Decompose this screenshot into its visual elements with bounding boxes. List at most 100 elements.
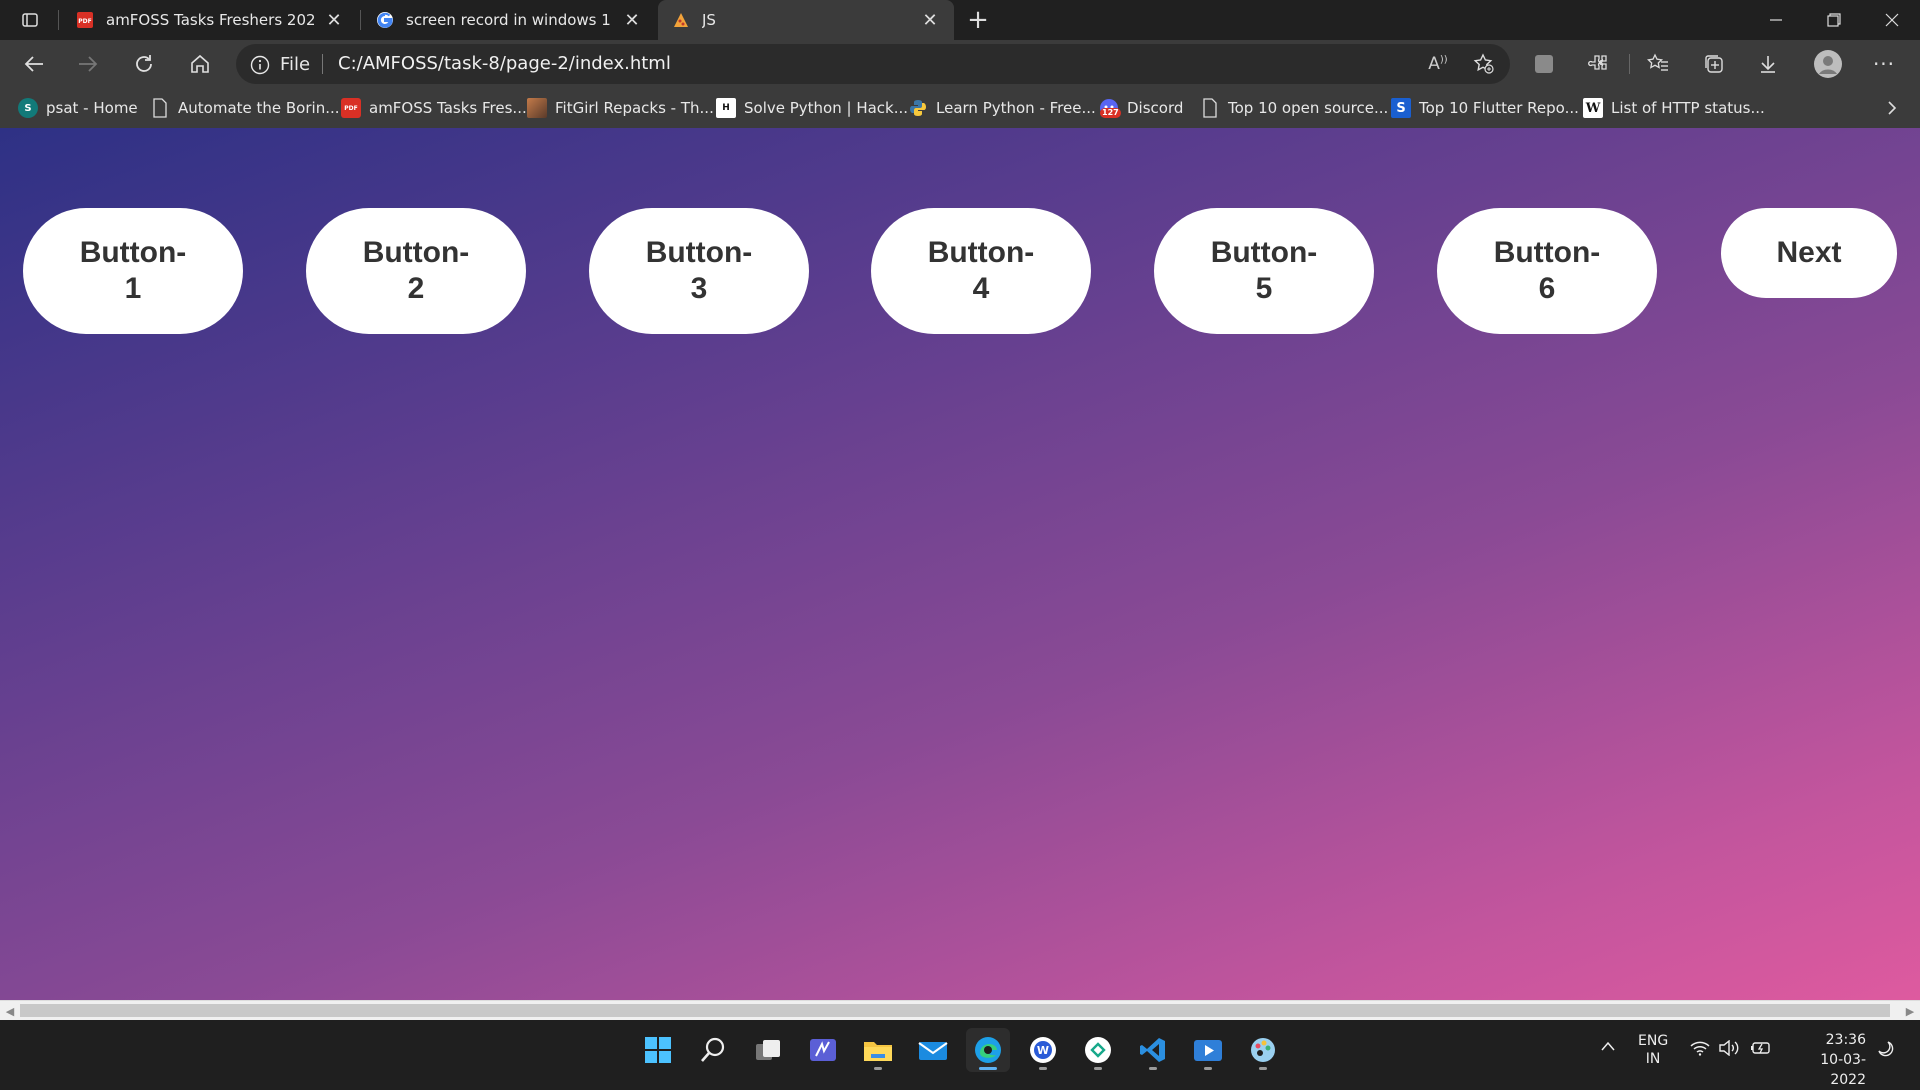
battery-icon[interactable]	[1750, 1040, 1772, 1060]
bookmark-fitgirl[interactable]: FitGirl Repacks - Th...	[527, 96, 714, 120]
running-indicator	[1094, 1067, 1102, 1070]
wifi-icon[interactable]	[1690, 1040, 1710, 1060]
restore-button[interactable]	[1806, 0, 1862, 40]
collections-icon[interactable]	[1696, 46, 1732, 82]
tab-separator	[360, 10, 361, 30]
site-info[interactable]: File	[250, 54, 310, 75]
bookmark-label: FitGirl Repacks - Th...	[555, 99, 714, 117]
home-button[interactable]	[182, 46, 218, 82]
running-indicator	[1259, 1067, 1267, 1070]
focus-assist-icon[interactable]	[1876, 1040, 1894, 1062]
edge-icon[interactable]	[966, 1028, 1010, 1072]
bookmark-label: psat - Home	[46, 99, 138, 117]
bookmark-label: Learn Python - Free...	[936, 99, 1096, 117]
bookmark-discord[interactable]: 127 Discord	[1099, 96, 1183, 120]
tab-title: amFOSS Tasks Freshers 2021.pdf	[106, 11, 314, 29]
button-4[interactable]: Button-4	[871, 208, 1091, 334]
file-explorer-icon[interactable]	[856, 1028, 900, 1072]
windows-start-icon[interactable]	[636, 1028, 680, 1072]
discord-badge: 127	[1100, 108, 1121, 118]
bookmark-flutter[interactable]: S Top 10 Flutter Repo...	[1391, 96, 1579, 120]
bookmark-learnpython[interactable]: Learn Python - Free...	[908, 96, 1096, 120]
running-indicator	[1149, 1067, 1157, 1070]
hackerrank-icon: H	[716, 98, 736, 118]
button-2[interactable]: Button-2	[306, 208, 526, 334]
bookmark-hackerrank[interactable]: H Solve Python | Hack...	[716, 96, 908, 120]
search-icon[interactable]	[691, 1028, 735, 1072]
bookmark-amfoss[interactable]: PDF amFOSS Tasks Fres...	[341, 96, 527, 120]
discord-icon: 127	[1099, 98, 1121, 118]
google-icon	[376, 11, 394, 29]
running-indicator	[979, 1067, 997, 1070]
profile-avatar[interactable]	[1810, 46, 1846, 82]
minimize-button[interactable]	[1748, 0, 1804, 40]
python-icon	[908, 98, 928, 118]
language-indicator[interactable]: ENG IN	[1638, 1032, 1668, 1068]
wikipedia-icon: W	[1583, 98, 1603, 118]
bookmark-psat[interactable]: S psat - Home	[18, 96, 138, 120]
mail-icon[interactable]	[911, 1028, 955, 1072]
bookmark-label: Top 10 Flutter Repo...	[1419, 99, 1579, 117]
tab-actions-icon[interactable]	[12, 8, 48, 32]
window-close-button[interactable]	[1864, 0, 1920, 40]
word-icon[interactable]: W	[1021, 1028, 1065, 1072]
horizontal-scrollbar[interactable]: ◀ ▶	[0, 1000, 1920, 1020]
page-icon	[1200, 98, 1220, 118]
favorites-icon[interactable]	[1640, 46, 1676, 82]
bookmark-http-status[interactable]: W List of HTTP status...	[1583, 96, 1765, 120]
browser-toolbar: File C:/AMFOSS/task-8/page-2/index.html …	[0, 40, 1920, 88]
browser-titlebar: PDF amFOSS Tasks Freshers 2021.pdf ✕ scr…	[0, 0, 1920, 40]
button-6[interactable]: Button-6	[1437, 208, 1657, 334]
scroll-left-icon[interactable]: ◀	[2, 1003, 18, 1019]
close-icon[interactable]: ✕	[622, 10, 642, 31]
snipping-icon[interactable]	[1076, 1028, 1120, 1072]
tab-pdf[interactable]: PDF amFOSS Tasks Freshers 2021.pdf ✕	[62, 0, 358, 40]
button-5[interactable]: Button-5	[1154, 208, 1374, 334]
url-text[interactable]: C:/AMFOSS/task-8/page-2/index.html	[338, 53, 671, 74]
button-1[interactable]: Button-1	[23, 208, 243, 334]
info-icon	[250, 55, 270, 75]
more-options-icon[interactable]: ···	[1866, 46, 1902, 82]
toolbar-separator	[1629, 54, 1630, 74]
add-favorite-icon[interactable]	[1466, 46, 1502, 82]
bookmark-label: Top 10 open source...	[1228, 99, 1389, 117]
address-bar[interactable]: File C:/AMFOSS/task-8/page-2/index.html …	[236, 44, 1510, 84]
vscode-icon[interactable]	[1131, 1028, 1175, 1072]
downloads-icon[interactable]	[1750, 46, 1786, 82]
whiteboard-icon[interactable]	[801, 1028, 845, 1072]
language-line1: ENG	[1638, 1033, 1669, 1049]
clock-date: 10-03-2022	[1820, 1052, 1866, 1088]
clock[interactable]: 23:36 10-03-2022	[1786, 1030, 1866, 1090]
paint-icon[interactable]	[1241, 1028, 1285, 1072]
close-icon[interactable]: ✕	[920, 10, 940, 31]
media-player-icon[interactable]	[1186, 1028, 1230, 1072]
scrollbar-thumb[interactable]	[20, 1004, 1890, 1017]
extension-square-icon[interactable]	[1526, 46, 1562, 82]
chevron-up-icon[interactable]	[1600, 1040, 1616, 1056]
page-icon	[150, 98, 170, 118]
bookmark-top10opensource[interactable]: Top 10 open source...	[1200, 96, 1388, 120]
scroll-right-icon[interactable]: ▶	[1902, 1003, 1918, 1019]
tab-separator	[58, 10, 59, 30]
forward-button[interactable]	[70, 46, 106, 82]
chevron-right-icon[interactable]	[1880, 96, 1904, 120]
close-icon[interactable]: ✕	[324, 10, 344, 31]
task-view-icon[interactable]	[746, 1028, 790, 1072]
refresh-button[interactable]	[126, 46, 162, 82]
back-button[interactable]	[16, 46, 52, 82]
fitgirl-icon	[527, 98, 547, 118]
volume-icon[interactable]	[1718, 1039, 1740, 1060]
tab-google[interactable]: screen record in windows 11 - Go ✕	[362, 0, 656, 40]
running-indicator	[1039, 1067, 1047, 1070]
read-aloud-icon[interactable]: A))	[1420, 46, 1456, 82]
running-indicator	[1204, 1067, 1212, 1070]
svg-text:W: W	[1037, 1044, 1049, 1057]
bookmark-label: Automate the Borin...	[178, 99, 340, 117]
button-3[interactable]: Button-3	[589, 208, 809, 334]
tab-js[interactable]: JS ✕	[658, 0, 954, 40]
bookmark-automate[interactable]: Automate the Borin...	[150, 96, 340, 120]
tab-title: screen record in windows 11 - Go	[406, 11, 612, 29]
next-button[interactable]: Next	[1721, 208, 1897, 298]
extensions-icon[interactable]	[1580, 46, 1616, 82]
new-tab-button[interactable]: +	[962, 5, 994, 35]
